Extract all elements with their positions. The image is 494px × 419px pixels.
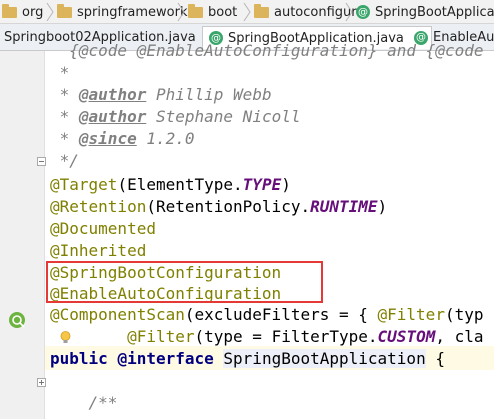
- folder-icon: [188, 3, 203, 18]
- code-line-filter[interactable]: @Filter(type = FilterType.CUSTOM, cla: [50, 326, 483, 348]
- folder-icon: [254, 3, 269, 18]
- code-line-documented[interactable]: @Documented: [50, 218, 156, 240]
- code-line-author[interactable]: * @author Phillip Webb: [50, 84, 272, 106]
- breadcrumb-item-springframework[interactable]: springframework: [57, 3, 187, 21]
- code-line-interface-declaration[interactable]: public @interface SpringBootApplication …: [50, 348, 445, 370]
- code-line-inherited[interactable]: @Inherited: [50, 240, 146, 262]
- code-line-javadoc-start[interactable]: /**: [50, 392, 118, 414]
- code-line-since[interactable]: * @since 1.2.0: [50, 128, 195, 150]
- breadcrumb-item-boot[interactable]: boot: [188, 3, 237, 21]
- breadcrumb-item-springbootapplication[interactable]: @ SpringBootApplicatio: [356, 3, 494, 21]
- folder-icon: [57, 3, 72, 18]
- folder-icon: [2, 3, 17, 18]
- fold-marker-icon[interactable]: [37, 157, 46, 166]
- code-line-retention[interactable]: @Retention(RetentionPolicy.RUNTIME): [50, 196, 387, 218]
- annotation-icon: @: [356, 5, 370, 19]
- code-line-comment[interactable]: *: [50, 62, 70, 84]
- breadcrumb-item-org[interactable]: org: [2, 3, 43, 21]
- code-line-target[interactable]: @Target(ElementType.TYPE): [50, 174, 291, 196]
- chevron-right-icon: [345, 2, 353, 22]
- code-line-comment-end[interactable]: */: [50, 150, 79, 172]
- chevron-right-icon: [243, 2, 251, 22]
- code-line-componentscan[interactable]: @ComponentScan(excludeFilters = { @Filte…: [50, 304, 483, 326]
- chevron-right-icon: [177, 2, 185, 22]
- fold-marker-icon[interactable]: [37, 378, 46, 387]
- spring-bean-icon[interactable]: [8, 311, 26, 329]
- editor-gutter[interactable]: [0, 51, 44, 419]
- breadcrumb: org springframework boot autoconfigure @…: [0, 0, 494, 24]
- chevron-right-icon: [46, 2, 54, 22]
- lightbulb-icon[interactable]: [60, 331, 71, 344]
- code-line-comment[interactable]: {@code @EnableAutoConfiguration} and {@c…: [50, 40, 483, 60]
- highlight-box: [46, 261, 323, 303]
- code-line-author[interactable]: * @author Stephane Nicoll: [50, 106, 301, 128]
